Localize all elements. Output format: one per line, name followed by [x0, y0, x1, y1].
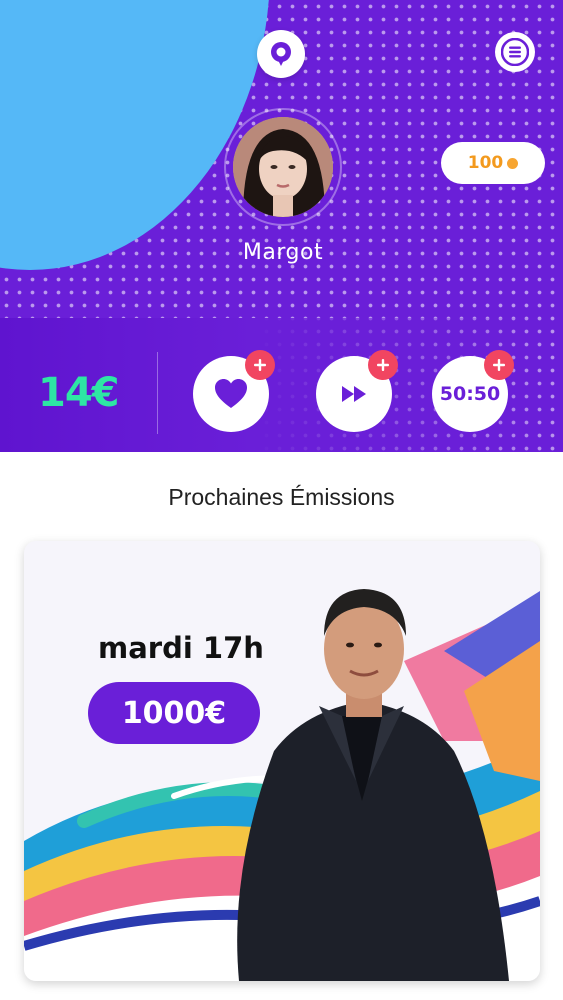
menu-button[interactable] — [495, 32, 535, 72]
plus-icon — [493, 359, 505, 371]
show-artwork — [24, 589, 540, 981]
add-heart-button[interactable] — [245, 350, 275, 380]
plus-icon — [254, 359, 266, 371]
joker-fifty-button[interactable]: 50:50 — [432, 350, 514, 432]
add-skip-button[interactable] — [368, 350, 398, 380]
joker-heart-button[interactable] — [193, 350, 275, 432]
avatar-portrait — [233, 117, 333, 217]
plus-icon — [377, 359, 389, 371]
heart-icon — [215, 379, 247, 408]
coin-icon — [507, 157, 519, 169]
stats-divider — [157, 352, 158, 434]
section-title: Prochaines Émissions — [168, 484, 395, 510]
player-name: Margot — [242, 240, 324, 265]
avatar — [233, 117, 333, 217]
avatar-frame[interactable] — [224, 108, 342, 226]
prize-badge: 1000€ — [88, 682, 260, 744]
game-header: Margot 100 14€ 50:50 — [0, 0, 563, 452]
joker-skip-button[interactable] — [316, 350, 398, 432]
logo-button[interactable] — [257, 30, 305, 78]
money-balance: 14€ — [38, 370, 119, 416]
fifty-fifty-label: 50:50 — [439, 383, 501, 405]
hamburger-menu-icon — [501, 38, 529, 66]
fast-forward-icon — [342, 386, 366, 402]
coin-count: 100 — [467, 153, 504, 173]
q-speech-bubble-icon — [271, 42, 291, 66]
add-fifty-button[interactable] — [484, 350, 514, 380]
show-card[interactable]: mardi 17h 1000€ — [24, 541, 540, 981]
coin-balance[interactable]: 100 — [441, 142, 545, 184]
show-day: mardi 17h — [98, 631, 264, 665]
